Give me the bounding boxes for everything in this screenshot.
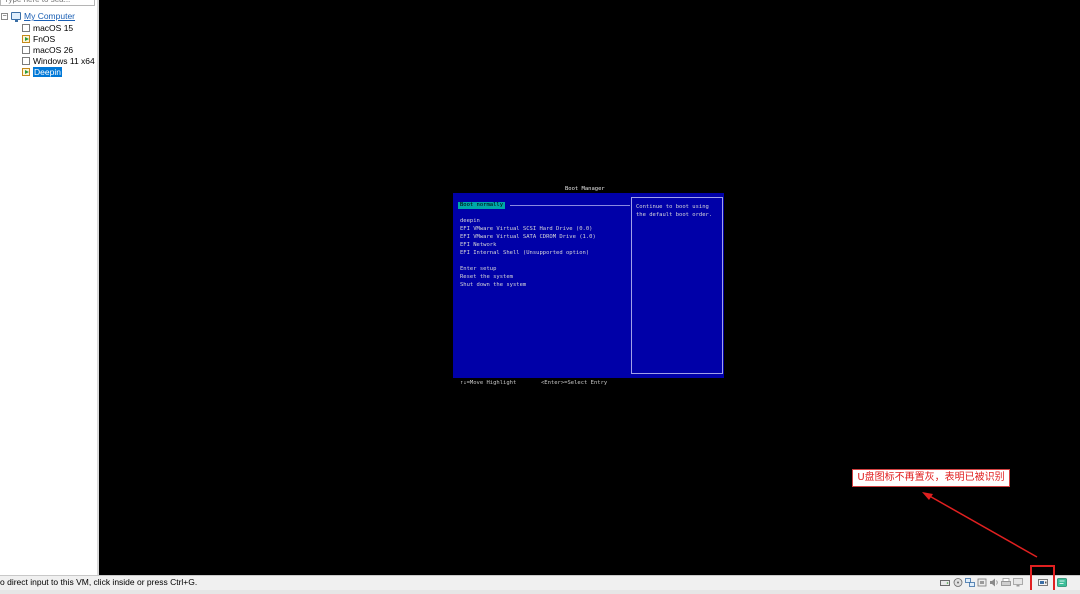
vm-icon (22, 23, 30, 32)
display-icon[interactable] (1013, 578, 1023, 587)
boot-manager-title: Boot Manager (565, 186, 605, 192)
boot-manager-panel: Boot normally deepin EFI VMware Virtual … (453, 193, 724, 378)
separator (510, 205, 630, 206)
boot-option[interactable]: EFI VMware Virtual SCSI Hard Drive (0.0) (460, 226, 592, 232)
printer-icon[interactable] (1001, 578, 1011, 587)
boot-option-selected[interactable]: Boot normally (458, 202, 506, 209)
key-hint-select: <Enter>=Select Entry (541, 380, 608, 386)
boot-option[interactable]: EFI Internal Shell (Unsupported option) (460, 250, 589, 256)
vm-icon (22, 45, 30, 54)
tree-root-my-computer[interactable]: − My Computer (0, 10, 75, 22)
vm-icon (22, 56, 30, 65)
boot-option[interactable]: Enter setup (460, 266, 496, 272)
message-log-icon[interactable] (1057, 578, 1067, 587)
vm-running-icon (22, 67, 30, 76)
boot-option[interactable]: EFI Network (460, 242, 496, 248)
sound-card-icon[interactable] (989, 578, 999, 587)
network-icon[interactable] (965, 578, 975, 587)
vm-item-macos-26[interactable]: macOS 26 (22, 44, 73, 55)
collapse-icon[interactable]: − (1, 12, 8, 20)
boot-option[interactable]: Shut down the system (460, 282, 526, 288)
boot-option[interactable]: Reset the system (460, 274, 513, 280)
vm-label: macOS 15 (33, 22, 74, 33)
library-search[interactable] (0, 0, 95, 6)
boot-options-list: Boot normally deepin EFI VMware Virtual … (453, 193, 630, 378)
vm-item-deepin[interactable]: Deepin (22, 66, 62, 77)
vm-item-macos-15[interactable]: macOS 15 (22, 22, 73, 33)
computer-icon (11, 12, 21, 22)
help-text: Continue to boot using the default boot … (636, 204, 713, 218)
help-pane: Continue to boot using the default boot … (631, 197, 723, 374)
library-panel: − My Computer macOS 15 FnOS macOS 26 Win… (0, 0, 98, 575)
cd-dvd-icon[interactable] (953, 578, 963, 587)
key-hint-move: ↑↓=Move Highlight (460, 380, 517, 386)
vm-label: Windows 11 x64 (33, 55, 95, 66)
vm-item-fnos[interactable]: FnOS (22, 33, 55, 44)
status-bar: o direct input to this VM, click inside … (0, 575, 1080, 590)
usb-controller-icon[interactable] (977, 578, 987, 587)
status-message: o direct input to this VM, click inside … (0, 577, 198, 587)
vm-label: FnOS (33, 33, 56, 44)
boot-option[interactable]: deepin (460, 218, 480, 224)
hard-disk-icon[interactable] (940, 578, 950, 587)
annotation-label: U盘图标不再置灰，表明已被识别 (852, 469, 1010, 487)
vm-label: macOS 26 (33, 44, 74, 55)
vm-running-icon (22, 34, 30, 43)
vm-item-windows-11-x64[interactable]: Windows 11 x64 (22, 55, 95, 66)
annotation-highlight-box (1030, 565, 1055, 592)
boot-option[interactable]: EFI VMware Virtual SATA CDROM Drive (1.0… (460, 234, 596, 240)
vm-label: Deepin (33, 66, 62, 77)
search-input[interactable] (4, 0, 74, 5)
taskbar-edge (0, 590, 1080, 594)
tree-root-label[interactable]: My Computer (24, 11, 75, 21)
